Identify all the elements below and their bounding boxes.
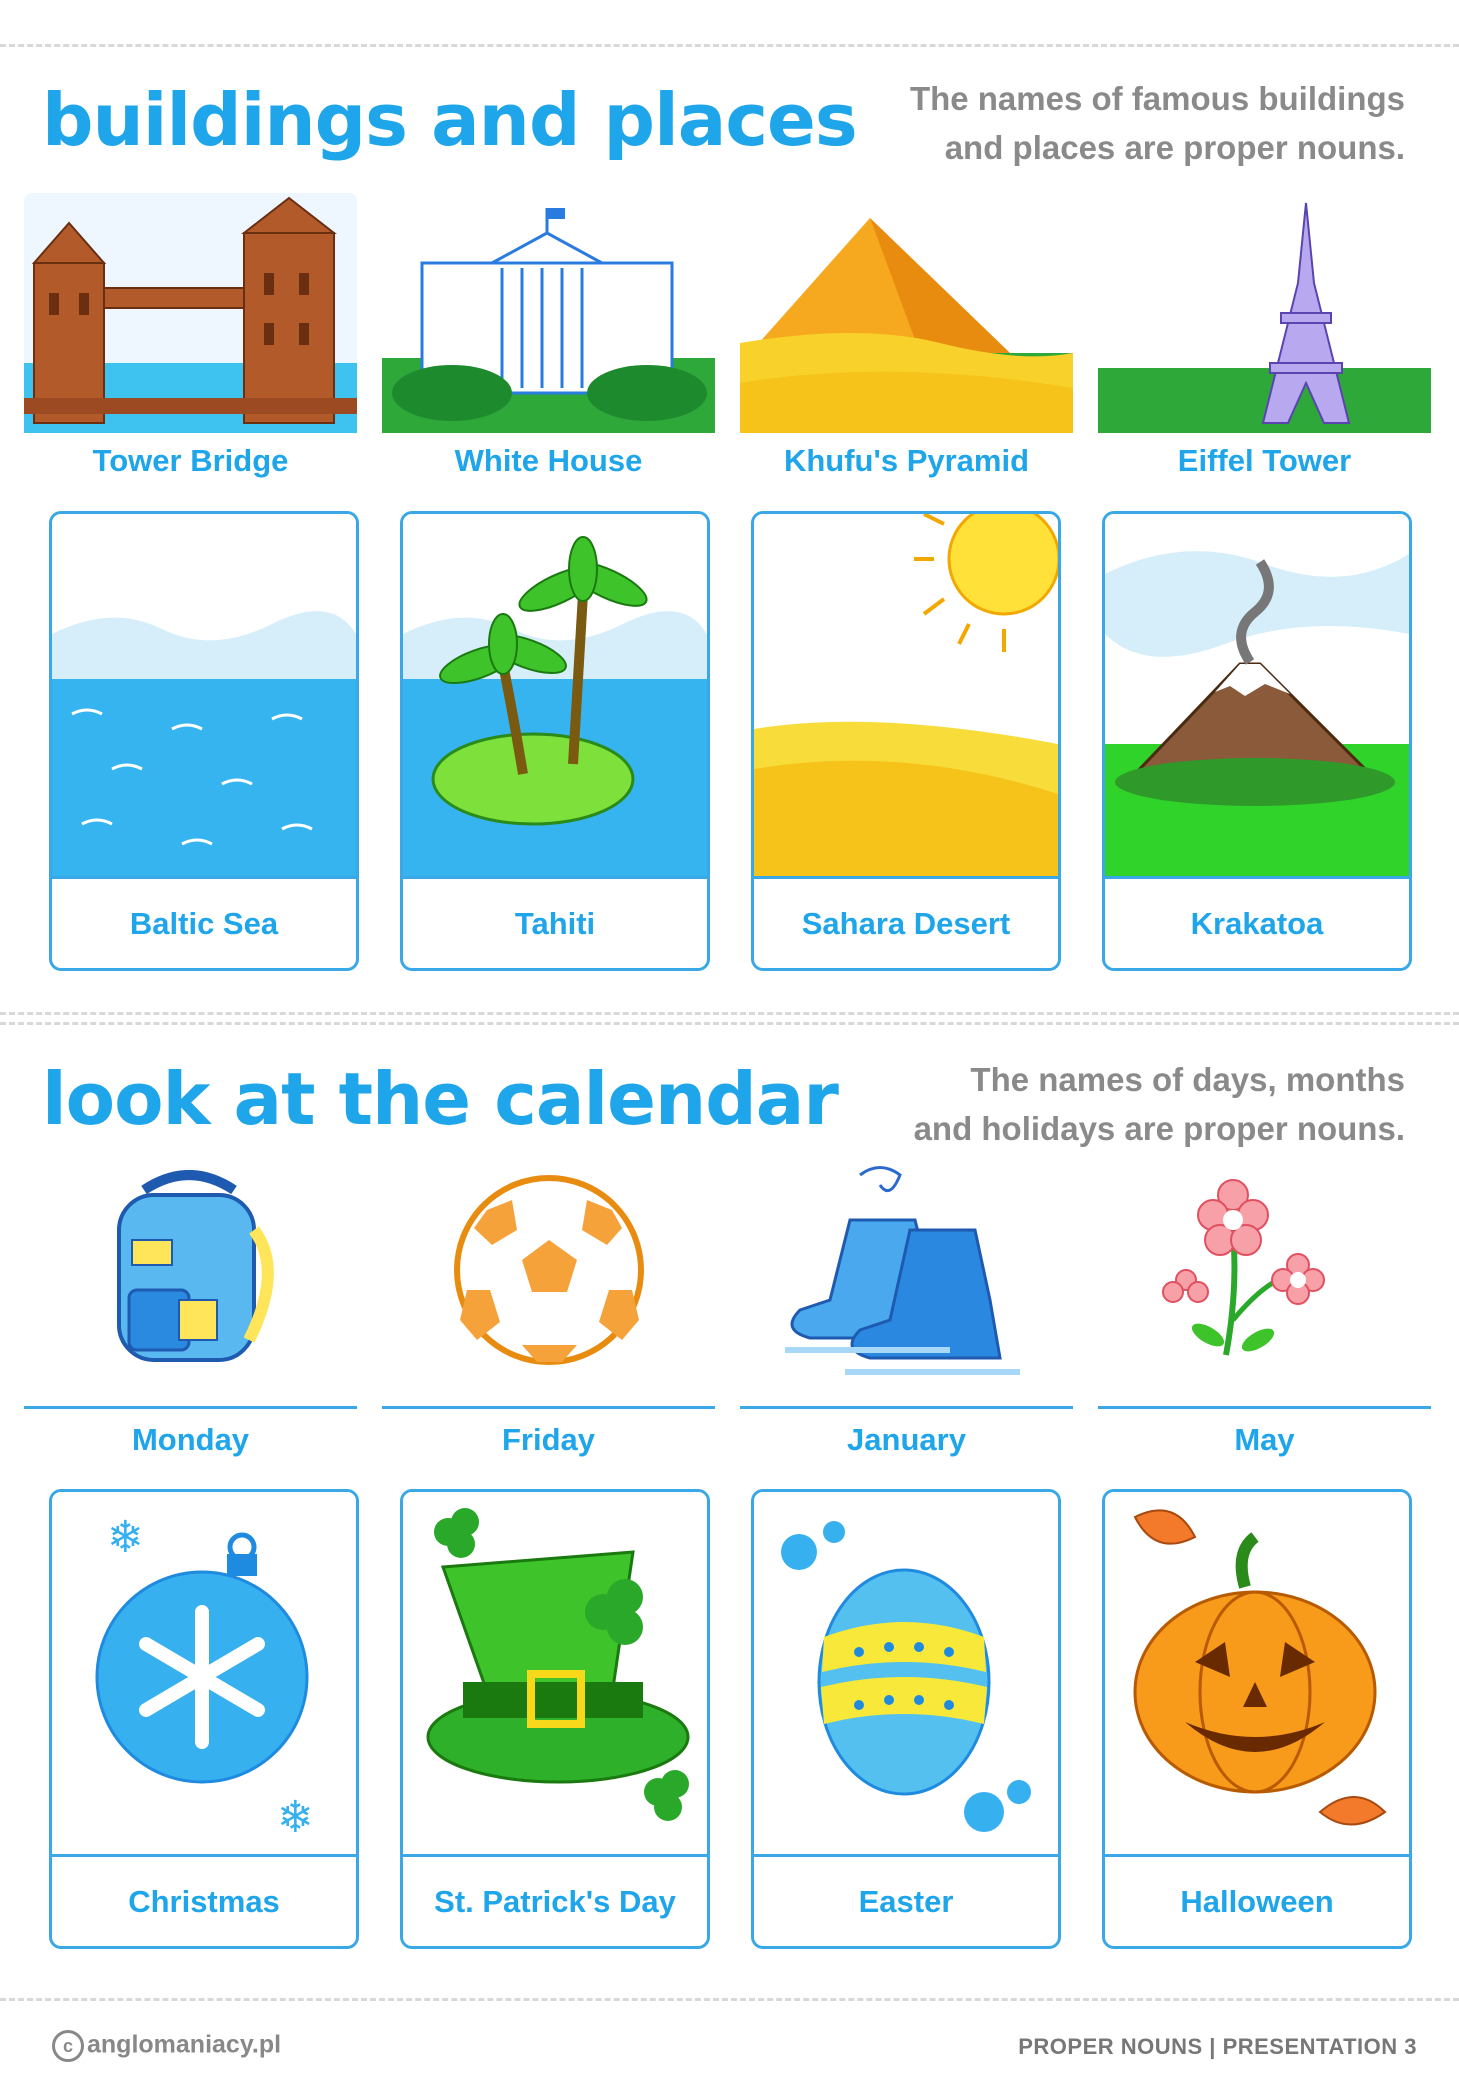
section-description-calendar: The names of days, months and holidays a… (914, 1055, 1405, 1153)
svg-text:❄: ❄ (277, 1792, 314, 1843)
holiday-label: Easter (858, 1884, 954, 1919)
tower-bridge-icon (24, 193, 357, 433)
island-icon (403, 514, 707, 879)
card-halloween: Halloween (1102, 1489, 1412, 1949)
pumpkin-icon (1105, 1492, 1409, 1857)
card-easter: Easter (751, 1489, 1061, 1949)
holiday-label: Christmas (128, 1884, 280, 1919)
copyright-icon: c (52, 2030, 84, 2062)
sea-icon (52, 514, 356, 879)
underline-january (740, 1406, 1073, 1409)
white-house-icon (382, 193, 715, 433)
desert-icon (754, 514, 1058, 879)
description-line: and holidays are proper nouns. (913, 1110, 1405, 1147)
section-title-buildings: buildings and places (42, 78, 858, 162)
description-line: The names of days, months (970, 1061, 1405, 1098)
underline-may (1098, 1406, 1431, 1409)
place-label: Baltic Sea (129, 906, 279, 941)
caption-eiffel-tower: Eiffel Tower (1177, 443, 1352, 478)
underline-monday (24, 1406, 357, 1409)
footer-copyright: c anglomaniacy.pl (52, 2030, 281, 2062)
svg-text:❄: ❄ (107, 1512, 144, 1563)
leprechaun-hat-icon (403, 1492, 707, 1857)
card-christmas: ❄ ❄ Christmas (49, 1489, 359, 1949)
caption-january: January (847, 1422, 966, 1457)
place-label: Sahara Desert (801, 906, 1011, 941)
pyramid-icon (740, 193, 1073, 433)
site-name: anglomaniacy.pl (87, 2030, 282, 2059)
description-line: The names of famous buildings (909, 80, 1405, 117)
card-st-patricks-day: St. Patrick's Day (400, 1489, 710, 1949)
easter-egg-icon (754, 1492, 1058, 1857)
place-label: Krakatoa (1190, 906, 1324, 941)
section-description-buildings: The names of famous buildings and places… (910, 74, 1405, 172)
footer-page-info: PROPER NOUNS | PRESENTATION 3 (1018, 2034, 1417, 2059)
caption-pyramid: Khufu's Pyramid (783, 443, 1030, 478)
card-baltic-sea: Baltic Sea (49, 511, 359, 971)
holiday-label: Halloween (1180, 1884, 1334, 1919)
middle-divider (0, 1012, 1459, 1025)
volcano-icon (1105, 514, 1409, 879)
description-line: and places are proper nouns. (944, 129, 1405, 166)
caption-tower-bridge: Tower Bridge (92, 443, 289, 478)
caption-may: May (1234, 1422, 1295, 1457)
underline-friday (382, 1406, 715, 1409)
flower-icon (1098, 1170, 1431, 1370)
backpack-icon (24, 1170, 357, 1370)
card-sahara-desert: Sahara Desert (751, 511, 1061, 971)
soccer-ball-icon (382, 1170, 715, 1370)
card-krakatoa: Krakatoa (1102, 511, 1412, 971)
caption-white-house: White House (454, 443, 643, 478)
ice-skates-icon (740, 1160, 1073, 1375)
caption-monday: Monday (131, 1422, 250, 1457)
holiday-label: St. Patrick's Day (434, 1884, 676, 1919)
eiffel-tower-icon (1098, 193, 1431, 433)
place-label: Tahiti (514, 906, 596, 941)
section-title-calendar: look at the calendar (42, 1057, 839, 1141)
caption-friday: Friday (501, 1422, 596, 1457)
card-tahiti: Tahiti (400, 511, 710, 971)
bottom-divider (0, 1998, 1459, 2001)
christmas-ornament-icon: ❄ ❄ (52, 1492, 356, 1857)
top-divider (0, 44, 1459, 47)
